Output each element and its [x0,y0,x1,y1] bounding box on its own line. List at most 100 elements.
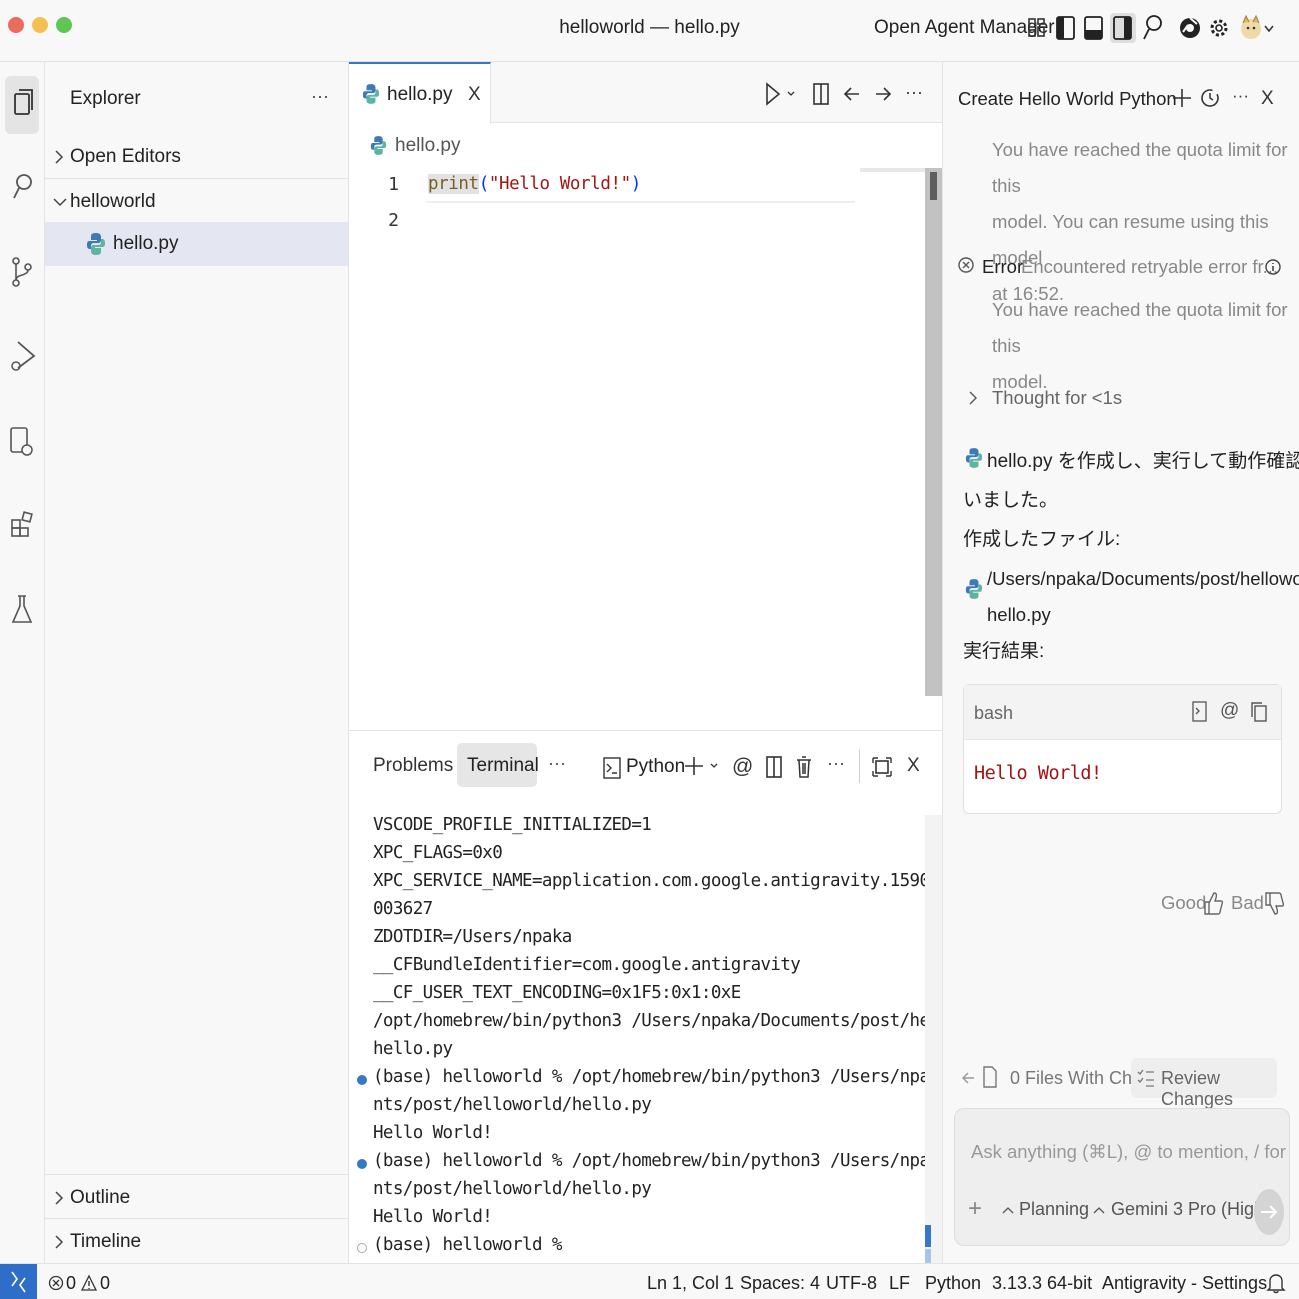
source-control-icon[interactable] [6,254,38,290]
tab-hello-py[interactable]: hello.py X [349,62,491,124]
editor-scrollbar[interactable] [925,168,942,696]
folder-helloworld[interactable]: helloworld [45,180,348,224]
browser-icon[interactable] [1178,13,1202,43]
terminal-line: nts/post/helloworld/hello.py [373,1179,652,1199]
toggle-primary-sidebar-icon[interactable] [1055,13,1079,43]
cursor-position[interactable]: Ln 1, Col 1 [647,1273,734,1294]
thought-toggle[interactable]: Thought for <1s [992,387,1122,409]
outline-section[interactable]: Outline [45,1176,348,1220]
terminal-scrollbar[interactable] [925,815,942,1264]
command-decoration[interactable] [357,1075,367,1085]
path-line: /Users/npaka/Documents/post/helloworld/ [987,568,1299,589]
search-icon[interactable] [6,168,38,204]
chevron-up-icon [1001,1203,1015,1217]
insert-terminal-icon[interactable] [1191,700,1209,724]
terminal-line: nts/post/helloworld/hello.py [373,1095,652,1115]
python-interpreter[interactable]: 3.13.3 64-bit [992,1273,1092,1294]
bell-icon[interactable] [1266,1271,1286,1295]
review-changes-button[interactable]: Review Changes [1131,1058,1277,1109]
explorer-more-button[interactable]: ··· [311,86,329,107]
error-count[interactable]: 0 [66,1273,76,1294]
language-mode[interactable]: Python [925,1273,981,1294]
mention-icon[interactable]: @ [1220,700,1239,722]
warning-icon [80,1273,98,1293]
extensions-icon[interactable] [6,508,38,544]
timeline-label: Timeline [70,1231,142,1252]
open-editors-section[interactable]: Open Editors [45,135,348,179]
chat-input-box[interactable]: Ask anything (⌘L), @ to mention, / for w… [954,1108,1290,1246]
agent-more-button[interactable]: ··· [1232,86,1249,106]
quota-message-line: You have reached the quota limit for thi… [992,299,1288,356]
end-of-line[interactable]: LF [889,1273,910,1294]
chevron-down-icon [53,194,67,210]
tab-terminal[interactable]: Terminal [467,755,539,777]
copy-icon[interactable] [1249,700,1269,724]
info-icon[interactable] [1264,256,1282,278]
files-changed-label[interactable]: 0 Files With Ch... [1010,1068,1147,1089]
arrow-right-icon[interactable] [872,81,894,107]
mode-selector[interactable]: Planning [1019,1199,1089,1220]
trash-icon[interactable] [794,753,814,781]
run-python-icon[interactable] [764,81,796,107]
indentation[interactable]: Spaces: 4 [740,1273,820,1294]
agent-title: Create Hello World Python [958,88,1177,109]
new-conversation-icon[interactable] [1171,84,1193,112]
mention-icon[interactable]: @ [732,755,753,779]
terminal-profile-label[interactable]: Python [626,756,685,778]
command-decoration[interactable] [357,1243,367,1253]
remote-indicator-button[interactable] [0,1264,37,1299]
settings-link[interactable]: Antigravity - Settings [1102,1273,1267,1294]
explorer-sidebar: Explorer ··· Open Editors helloworld hel… [45,62,349,1263]
thumbs-up-icon[interactable] [1202,890,1224,916]
arrow-left-icon[interactable] [841,81,863,107]
model-selector[interactable]: Gemini 3 Pro (High) [1111,1199,1270,1220]
toggle-panel-icon[interactable] [1083,13,1107,43]
created-file-path-link[interactable]: /Users/npaka/Documents/post/helloworld/ … [987,561,1299,633]
thumbs-down-icon[interactable] [1263,891,1285,917]
remote-explorer-icon[interactable] [6,424,38,460]
command-decoration[interactable] [357,1159,367,1169]
timeline-section[interactable]: Timeline [45,1220,348,1264]
send-button[interactable] [1254,1189,1284,1235]
editor-more-button[interactable]: ··· [905,82,923,103]
explorer-icon[interactable] [5,76,39,134]
chat-input[interactable]: Ask anything (⌘L), @ to mention, / for w… [971,1141,1287,1163]
run-debug-icon[interactable] [6,338,38,374]
close-panel-button[interactable]: X [907,755,920,777]
arrow-left-icon[interactable] [960,1066,976,1090]
result-label: 実行結果: [963,641,1045,662]
tab-problems[interactable]: Problems [373,755,453,777]
add-context-button[interactable]: + [968,1195,982,1223]
file-hello-py[interactable]: hello.py [45,222,348,266]
folder-label: helloworld [70,191,156,212]
code-line-1[interactable]: print("Hello World!") [428,174,641,194]
warning-count[interactable]: 0 [100,1273,110,1294]
history-icon[interactable] [1199,84,1221,112]
testing-icon[interactable] [6,592,38,628]
summary-file-link[interactable]: hello.py [987,451,1053,472]
chevron-right-icon[interactable] [967,389,979,407]
new-terminal-icon[interactable] [683,753,723,781]
agent-close-button[interactable]: X [1261,88,1274,110]
panel-tabs-more-button[interactable]: ··· [548,753,566,774]
split-terminal-icon[interactable] [764,753,784,781]
split-editor-icon[interactable] [811,81,831,107]
terminal-line: Hello World! [373,1207,493,1227]
breadcrumb[interactable]: hello.py [395,135,461,157]
good-feedback-label[interactable]: Good [1161,892,1206,914]
panel-more-button[interactable]: ··· [827,753,845,774]
gear-icon[interactable] [1207,13,1231,43]
chevron-up-icon [1092,1203,1106,1217]
search-icon[interactable] [1141,13,1165,43]
bad-feedback-label[interactable]: Bad [1231,892,1264,914]
scrollbar-thumb[interactable] [930,172,937,200]
file-label: hello.py [113,233,179,254]
encoding[interactable]: UTF-8 [826,1273,877,1294]
layout-customize-icon[interactable] [1027,13,1051,43]
python-file-icon [370,134,387,157]
account-avatar-icon[interactable] [1238,13,1274,43]
toggle-secondary-sidebar-icon[interactable] [1110,13,1136,43]
editor-tab-bar: hello.py X ··· [349,62,942,124]
tab-close-button[interactable]: X [468,84,481,106]
maximize-panel-icon[interactable] [871,753,893,781]
